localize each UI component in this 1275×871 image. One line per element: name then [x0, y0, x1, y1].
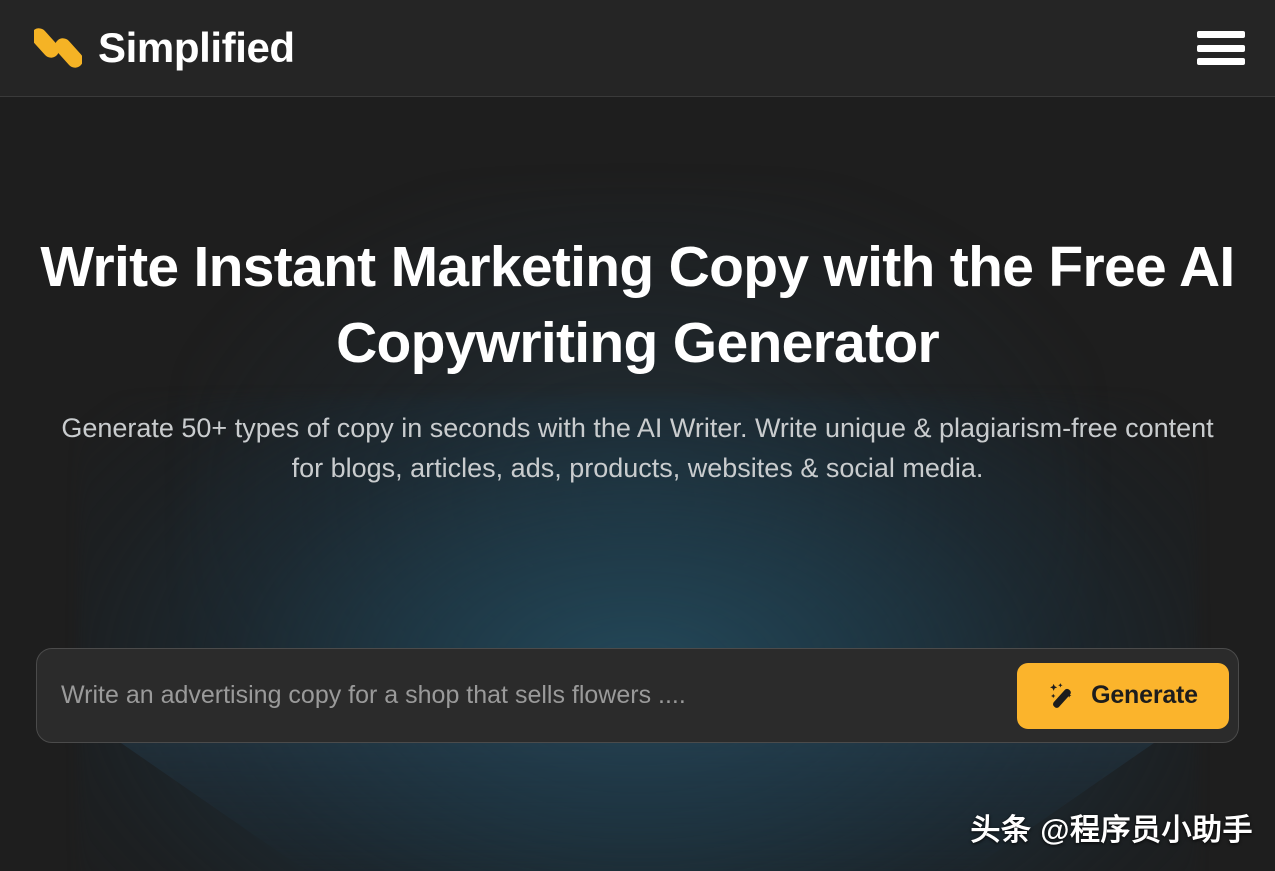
hamburger-bar-top	[1197, 31, 1245, 38]
generate-button[interactable]: Generate	[1017, 662, 1229, 729]
prompt-input[interactable]	[61, 665, 1017, 726]
page-root: Simplified Write Instant Marketing Copy …	[0, 0, 1275, 871]
hero-section: Write Instant Marketing Copy with the Fr…	[0, 97, 1275, 871]
brand-logo-link[interactable]: Simplified	[34, 20, 295, 76]
brand-name: Simplified	[98, 24, 295, 71]
simplified-s-logo-icon	[34, 28, 82, 68]
site-header: Simplified	[0, 0, 1275, 97]
hero-content: Write Instant Marketing Copy with the Fr…	[0, 230, 1275, 489]
watermark: 头条 @程序员小助手	[970, 814, 1253, 847]
magic-wand-icon	[1050, 682, 1072, 708]
hamburger-bar-middle	[1197, 44, 1245, 52]
hamburger-bar-bottom	[1197, 58, 1245, 65]
page-subtitle: Generate 50+ types of copy in seconds wi…	[61, 412, 1214, 484]
page-title: Write Instant Marketing Copy with the Fr…	[40, 235, 1235, 375]
hamburger-menu-icon[interactable]	[1197, 28, 1245, 68]
prompt-bar: Generate	[36, 648, 1239, 743]
generate-button-label: Generate	[1091, 681, 1198, 709]
